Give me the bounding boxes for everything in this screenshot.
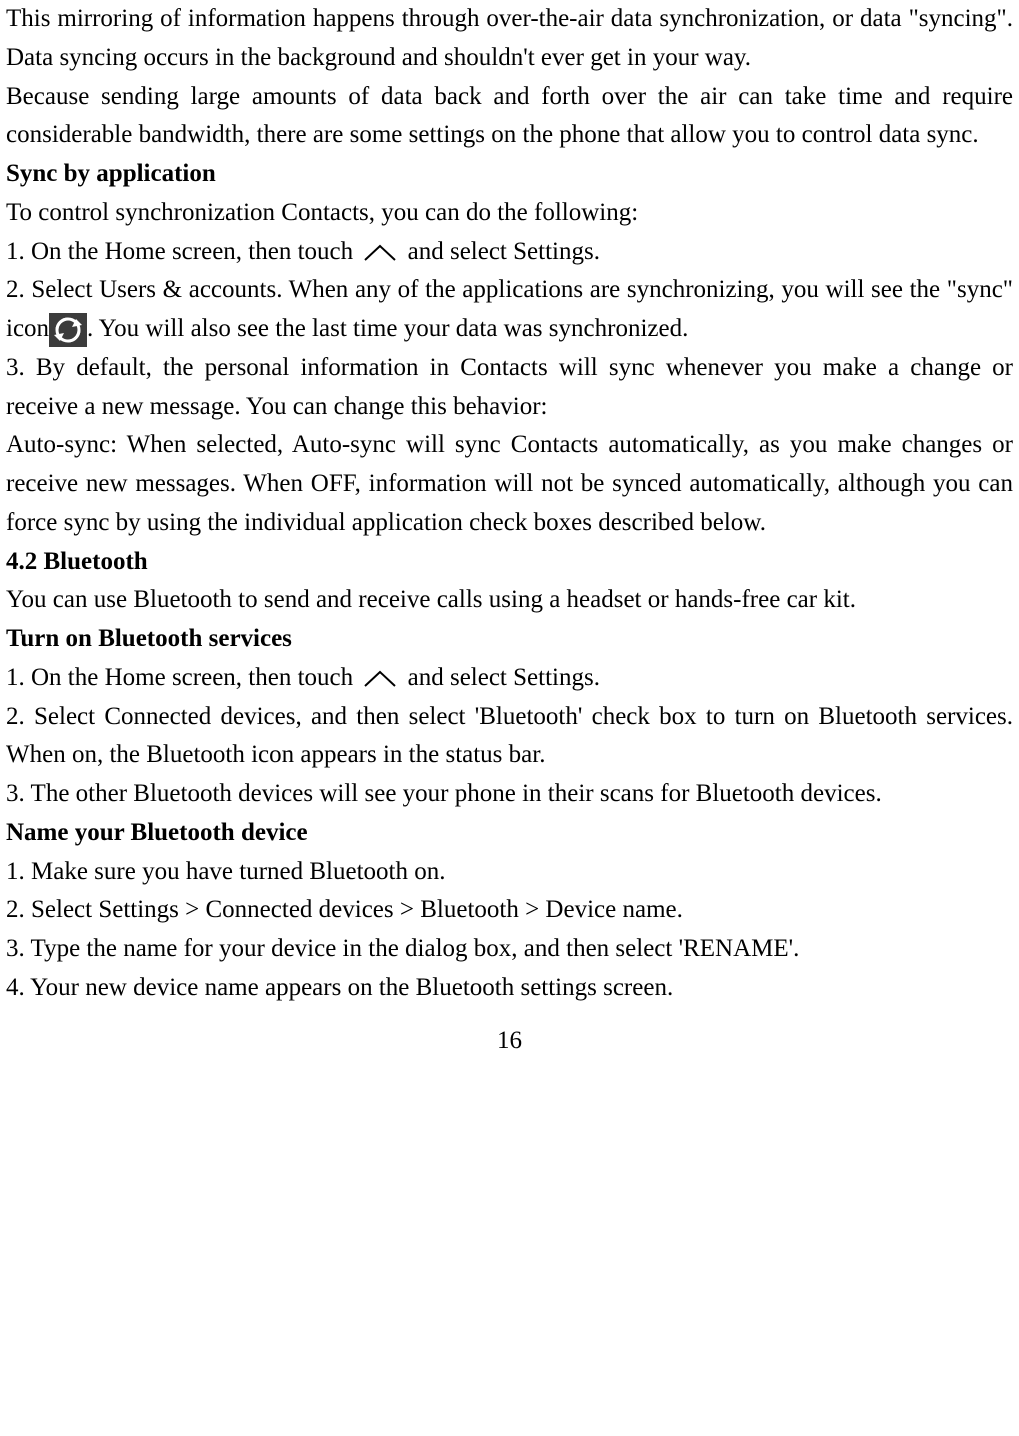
bluetooth-name-step-3: 3. Type the name for your device in the … (6, 930, 1013, 969)
sync-heading: Sync by application (6, 155, 1013, 194)
chevron-up-icon (359, 242, 401, 264)
sync-step-2: 2. Select Users & accounts. When any of … (6, 271, 1013, 349)
sync-step-1-text-b: and select Settings. (408, 238, 600, 265)
bluetooth-turnon-step-1: 1. On the Home screen, then touch and se… (6, 659, 1013, 698)
bluetooth-turnon-step-1-text-a: 1. On the Home screen, then touch (6, 664, 359, 691)
sync-intro: To control synchronization Contacts, you… (6, 194, 1013, 233)
sync-step-3: 3. By default, the personal information … (6, 349, 1013, 427)
sync-autosync: Auto-sync: When selected, Auto-sync will… (6, 426, 1013, 542)
bluetooth-turnon-heading: Turn on Bluetooth services (6, 620, 1013, 659)
bluetooth-name-step-4: 4. Your new device name appears on the B… (6, 969, 1013, 1008)
sync-step-1-text-a: 1. On the Home screen, then touch (6, 238, 359, 265)
sync-step-2-text-b: . You will also see the last time your d… (87, 315, 688, 342)
bluetooth-turnon-step-2: 2. Select Connected devices, and then se… (6, 698, 1013, 776)
bluetooth-intro: You can use Bluetooth to send and receiv… (6, 581, 1013, 620)
page-number: 16 (6, 1022, 1013, 1061)
chevron-up-icon (359, 668, 401, 690)
bluetooth-name-step-1: 1. Make sure you have turned Bluetooth o… (6, 853, 1013, 892)
bluetooth-name-step-2: 2. Select Settings > Connected devices >… (6, 891, 1013, 930)
bluetooth-name-heading: Name your Bluetooth device (6, 814, 1013, 853)
sync-icon (49, 313, 87, 347)
intro-paragraph-2: Because sending large amounts of data ba… (6, 78, 1013, 156)
bluetooth-heading: 4.2 Bluetooth (6, 543, 1013, 582)
intro-paragraph-1: This mirroring of information happens th… (6, 0, 1013, 78)
sync-step-1: 1. On the Home screen, then touch and se… (6, 233, 1013, 272)
bluetooth-turnon-step-1-text-b: and select Settings. (408, 664, 600, 691)
bluetooth-turnon-step-3: 3. The other Bluetooth devices will see … (6, 775, 1013, 814)
